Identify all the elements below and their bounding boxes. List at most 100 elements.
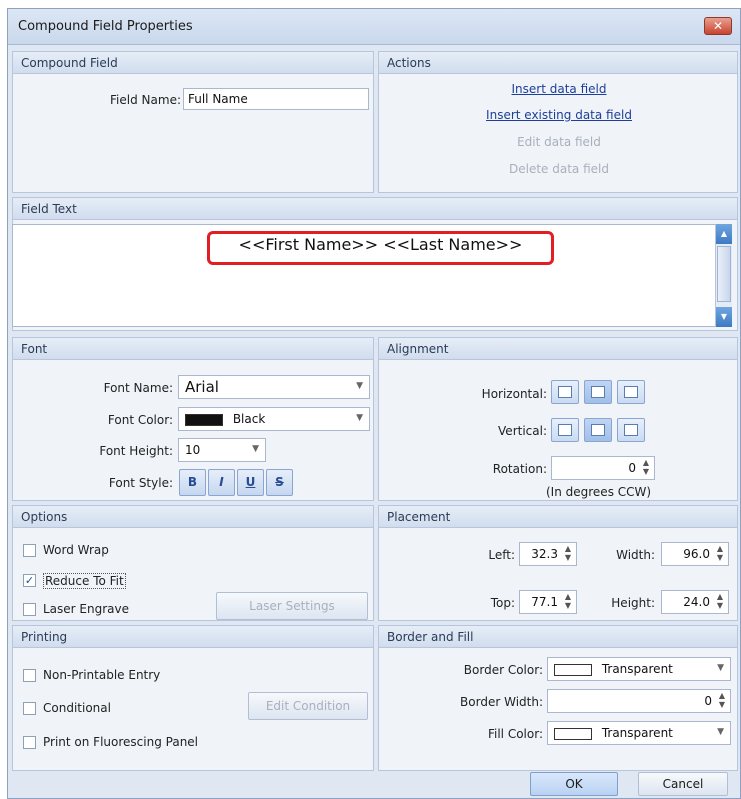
fill-color-select[interactable]: Transparent ▼ (547, 721, 731, 745)
chevron-down-icon: ▼ (717, 663, 724, 673)
rotation-input[interactable]: 0 ▲ ▼ (551, 456, 655, 480)
rotation-value: 0 (628, 461, 636, 475)
align-center-icon (591, 386, 605, 398)
alignment-panel: Alignment Horizontal: Vertical: Rotation… (378, 337, 738, 501)
chevron-down-icon: ▼ (717, 727, 724, 737)
top-value: 77.1 (531, 595, 558, 609)
align-left-button[interactable] (551, 380, 579, 404)
bold-button[interactable]: B (179, 469, 206, 496)
align-right-icon (624, 386, 638, 398)
word-wrap-checkbox[interactable] (23, 544, 36, 557)
align-middle-icon (591, 424, 605, 436)
laser-settings-button[interactable]: Laser Settings (216, 592, 368, 620)
font-height-label: Font Height: (99, 444, 173, 458)
printing-header: Printing (13, 626, 373, 648)
font-panel: Font Font Name: Arial ▼ Font Color: Blac… (12, 337, 374, 501)
align-left-icon (558, 386, 572, 398)
word-wrap-label: Word Wrap (43, 543, 109, 557)
options-panel: Options Word Wrap ✓ Reduce To Fit Laser … (12, 505, 374, 621)
dialog-title: Compound Field Properties (18, 19, 193, 34)
font-color-swatch (185, 413, 223, 426)
spinner-icon[interactable]: ▲ ▼ (715, 592, 725, 610)
insert-existing-data-field-link[interactable]: Insert existing data field (419, 108, 699, 122)
reduce-to-fit-checkbox[interactable]: ✓ (23, 574, 36, 587)
font-color-select[interactable]: Black ▼ (178, 407, 370, 431)
scroll-up-icon[interactable]: ▲ (716, 224, 732, 244)
font-name-value: Arial (185, 378, 219, 396)
strikethrough-button[interactable]: S (266, 469, 293, 496)
italic-button[interactable]: I (208, 469, 235, 496)
font-color-value: Black (232, 412, 266, 426)
insert-data-field-link[interactable]: Insert data field (419, 82, 699, 96)
height-value: 24.0 (683, 595, 710, 609)
rotation-note: (In degrees CCW) (546, 485, 652, 499)
conditional-checkbox[interactable] (23, 702, 36, 715)
align-bottom-icon (624, 424, 638, 436)
align-middle-button[interactable] (584, 418, 612, 442)
field-name-input[interactable]: Full Name (183, 88, 369, 110)
align-right-button[interactable] (617, 380, 645, 404)
placement-panel: Placement Left: 32.3 ▲ ▼ Width: 96.0 ▲ ▼ T… (378, 505, 738, 621)
field-text-scrollbar[interactable]: ▲ ▼ (715, 224, 732, 327)
top-input[interactable]: 77.1 ▲ ▼ (519, 590, 577, 614)
laser-engrave-label: Laser Engrave (43, 602, 129, 616)
chevron-down-icon: ▼ (356, 381, 363, 391)
border-color-value: Transparent (601, 662, 673, 676)
border-width-input[interactable]: 0 ▲ ▼ (547, 689, 731, 713)
font-color-label: Font Color: (107, 413, 173, 427)
scroll-thumb[interactable] (717, 246, 731, 302)
underline-button[interactable]: U (237, 469, 264, 496)
spinner-icon[interactable]: ▲ ▼ (563, 544, 573, 562)
actions-panel: Actions Insert data field Insert existin… (378, 51, 738, 193)
fluorescing-checkbox[interactable] (23, 736, 36, 749)
chevron-down-icon: ▼ (356, 413, 363, 423)
non-printable-checkbox[interactable] (23, 669, 36, 682)
height-label: Height: (611, 596, 655, 610)
spinner-icon[interactable]: ▲ ▼ (717, 691, 727, 709)
height-input[interactable]: 24.0 ▲ ▼ (661, 590, 729, 614)
cancel-button[interactable]: Cancel (638, 772, 728, 796)
scroll-down-icon[interactable]: ▼ (716, 307, 732, 327)
vertical-label: Vertical: (498, 424, 547, 438)
border-fill-panel: Border and Fill Border Color: Transparen… (378, 625, 738, 771)
edit-data-field-link[interactable]: Edit data field (419, 135, 699, 149)
top-label: Top: (490, 596, 515, 610)
laser-engrave-checkbox[interactable] (23, 603, 36, 616)
left-input[interactable]: 32.3 ▲ ▼ (519, 542, 577, 566)
compound-field-header: Compound Field (13, 52, 373, 74)
spinner-icon[interactable]: ▲ ▼ (641, 458, 651, 476)
reduce-to-fit-label: Reduce To Fit (43, 573, 126, 589)
fill-color-value: Transparent (601, 726, 673, 740)
font-style-label: Font Style: (108, 476, 173, 490)
horizontal-label: Horizontal: (481, 387, 547, 401)
field-text-header: Field Text (13, 198, 737, 220)
width-input[interactable]: 96.0 ▲ ▼ (661, 542, 729, 566)
font-name-label: Font Name: (103, 381, 173, 395)
border-fill-header: Border and Fill (379, 626, 737, 648)
field-text-value: <<First Name>> <<Last Name>> (238, 235, 523, 254)
fluorescing-label: Print on Fluorescing Panel (43, 735, 199, 749)
delete-data-field-link[interactable]: Delete data field (419, 162, 699, 176)
rotation-label: Rotation: (492, 462, 547, 476)
chevron-down-icon: ▼ (252, 444, 259, 454)
font-header: Font (13, 338, 373, 360)
placement-header: Placement (379, 506, 737, 528)
align-center-button[interactable] (584, 380, 612, 404)
spinner-icon[interactable]: ▲ ▼ (715, 544, 725, 562)
non-printable-label: Non-Printable Entry (43, 668, 161, 682)
close-button[interactable]: ✕ (704, 17, 732, 35)
ok-button[interactable]: OK (530, 772, 618, 796)
left-value: 32.3 (531, 547, 558, 561)
spinner-icon[interactable]: ▲ ▼ (563, 592, 573, 610)
font-name-select[interactable]: Arial ▼ (178, 375, 370, 399)
font-height-select[interactable]: 10 ▼ (178, 438, 266, 462)
edit-condition-button[interactable]: Edit Condition (248, 692, 368, 720)
border-color-select[interactable]: Transparent ▼ (547, 657, 731, 681)
left-label: Left: (488, 548, 515, 562)
align-bottom-button[interactable] (617, 418, 645, 442)
compound-field-properties-dialog: Compound Field Properties ✕ Compound Fie… (7, 8, 741, 799)
field-name-label: Field Name: (110, 93, 181, 107)
align-top-button[interactable] (551, 418, 579, 442)
border-width-label: Border Width: (460, 695, 543, 709)
alignment-header: Alignment (379, 338, 737, 360)
